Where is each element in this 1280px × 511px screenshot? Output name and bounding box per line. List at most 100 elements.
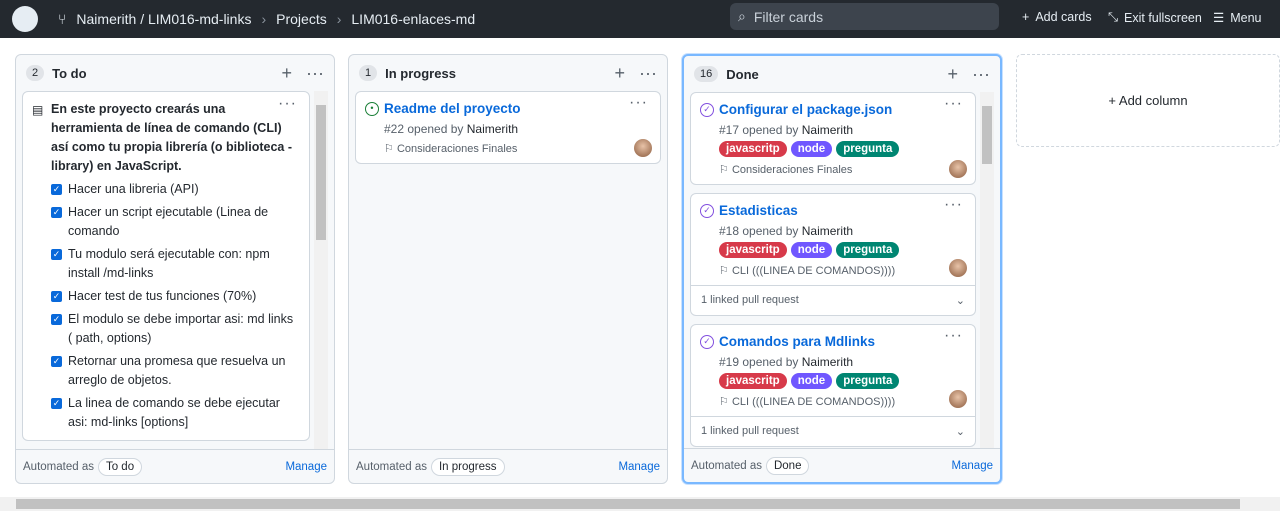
card-count: 2	[26, 65, 45, 81]
milestone[interactable]: CLI (((LINEA DE COMANDOS))))	[732, 265, 895, 277]
card-menu-button[interactable]: ···	[944, 95, 963, 113]
checklist-item: ✓ Tu modulo será ejecutable con: npm inst…	[51, 247, 270, 280]
milestone[interactable]: Consideraciones Finales	[732, 164, 852, 176]
issue-author[interactable]: Naimerith	[467, 122, 518, 136]
card-menu-button[interactable]: ···	[944, 196, 963, 214]
breadcrumb-projects[interactable]: Projects	[276, 11, 327, 27]
search-icon: ⌕	[738, 8, 746, 24]
breadcrumb-repo[interactable]: Naimerith / LIM016-md-links	[76, 11, 251, 27]
manage-link[interactable]: Manage	[618, 461, 660, 473]
milestone-icon: ⚐	[719, 265, 729, 277]
issue-author[interactable]: Naimerith	[802, 123, 853, 137]
label-node[interactable]: node	[790, 141, 833, 157]
note-title: En este proyecto crearás una herramienta…	[51, 102, 293, 173]
add-cards-button[interactable]: + Add cards	[1022, 10, 1092, 24]
column-scrollbar[interactable]	[980, 92, 994, 448]
breadcrumb: ⑂ Naimerith / LIM016-md-links › Projects…	[58, 11, 476, 27]
issue-closed-icon: ✓	[700, 335, 714, 349]
column-title: To do	[52, 65, 87, 81]
note-icon: ▤	[32, 103, 44, 117]
column-menu-icon[interactable]: ···	[972, 64, 990, 85]
menu-button[interactable]: ☰ Menu	[1213, 10, 1262, 26]
issue-closed-icon: ✓	[700, 204, 714, 218]
card-count: 16	[694, 66, 719, 82]
card-menu-button[interactable]: ···	[944, 327, 963, 345]
manage-link[interactable]: Manage	[285, 461, 327, 473]
linked-pull-request[interactable]: 1 linked pull request ⌄	[691, 416, 975, 446]
label-javascritp[interactable]: javascritp	[719, 242, 787, 258]
automation-badge: To do	[97, 457, 143, 476]
checkbox-checked[interactable]: ✓	[51, 184, 62, 195]
column-to-do: 2 To do + ··· ▤ ··· En este proyecto creará…	[15, 54, 335, 484]
plus-icon: +	[1022, 10, 1030, 24]
label-node[interactable]: node	[790, 373, 833, 389]
checkbox-checked[interactable]: ✓	[51, 249, 62, 260]
plus-icon[interactable]: +	[282, 63, 293, 84]
label-javascritp[interactable]: javascritp	[719, 373, 787, 389]
label-pregunta[interactable]: pregunta	[836, 141, 900, 157]
issue-title[interactable]: Comandos para Mdlinks	[719, 333, 965, 351]
label-javascritp[interactable]: javascritp	[719, 141, 787, 157]
issue-card[interactable]: ✓ ··· Comandos para Mdlinks #19 opened b…	[690, 324, 976, 447]
label-node[interactable]: node	[790, 242, 833, 258]
issue-title[interactable]: Readme del proyecto	[384, 100, 650, 118]
chevron-down-icon: ⌄	[955, 426, 965, 438]
chevron-down-icon: ⌄	[955, 295, 965, 307]
top-header: ⑂ Naimerith / LIM016-md-links › Projects…	[0, 0, 1280, 38]
card-count: 1	[359, 65, 378, 81]
checkbox-checked[interactable]: ✓	[51, 314, 62, 325]
issue-title[interactable]: Estadisticas	[719, 202, 965, 220]
note-card[interactable]: ▤ ··· En este proyecto crearás una herra…	[22, 91, 310, 441]
card-menu-button[interactable]: ···	[278, 94, 297, 113]
column-title: Done	[726, 66, 759, 82]
automation-badge: Done	[765, 456, 810, 475]
checkbox-checked[interactable]: ✓	[51, 291, 62, 302]
avatar[interactable]	[634, 139, 652, 157]
milestone-icon: ⚐	[384, 143, 394, 155]
issue-card[interactable]: • ··· Readme del proyecto #22 opened by …	[355, 91, 661, 164]
avatar[interactable]	[949, 259, 967, 277]
issue-open-icon: •	[365, 102, 379, 116]
add-column-button[interactable]: + Add column	[1016, 54, 1280, 147]
column-menu-icon[interactable]: ···	[639, 63, 657, 84]
issue-author[interactable]: Naimerith	[802, 355, 853, 369]
checkbox-checked[interactable]: ✓	[51, 398, 62, 409]
checklist-item: ✓ El modulo se debe importar asi: md link…	[51, 312, 294, 345]
card-menu-button[interactable]: ···	[629, 94, 648, 112]
avatar[interactable]	[949, 390, 967, 408]
issue-card[interactable]: ✓ ··· Estadisticas #18 opened by Naimeri…	[690, 193, 976, 316]
milestone[interactable]: Consideraciones Finales	[397, 143, 517, 155]
checklist-item: ✓ Hacer un script ejecutable (Linea de co…	[51, 205, 269, 238]
milestone-icon: ⚐	[719, 396, 729, 408]
label-pregunta[interactable]: pregunta	[836, 242, 900, 258]
exit-fullscreen-button[interactable]: ⤡ Exit fullscreen	[1108, 10, 1202, 25]
manage-link[interactable]: Manage	[951, 460, 993, 472]
horizontal-scrollbar[interactable]	[0, 497, 1280, 511]
repo-fork-icon: ⑂	[58, 11, 67, 27]
column-done: 16 Done + ··· ✓ ··· Configurar el package.j…	[682, 54, 1002, 484]
checklist-item: ✓ Retornar una promesa que resuelva un ar…	[51, 354, 286, 387]
milestone[interactable]: CLI (((LINEA DE COMANDOS))))	[732, 396, 895, 408]
breadcrumb-project[interactable]: LIM016-enlaces-md	[351, 11, 475, 27]
issue-author[interactable]: Naimerith	[802, 224, 853, 238]
checkbox-checked[interactable]: ✓	[51, 356, 62, 367]
linked-pull-request[interactable]: 1 linked pull request ⌄	[691, 285, 975, 315]
column-title: In progress	[385, 65, 456, 81]
checkbox-checked[interactable]: ✓	[51, 207, 62, 218]
plus-icon[interactable]: +	[615, 63, 626, 84]
issue-card[interactable]: ✓ ··· Configurar el package.json #17 ope…	[690, 92, 976, 185]
issue-closed-icon: ✓	[700, 103, 714, 117]
filter-cards-input[interactable]: ⌕ Filter cards	[730, 3, 999, 30]
checklist-item: ✓ Hacer test de tus funciones (70%)	[51, 289, 257, 303]
label-pregunta[interactable]: pregunta	[836, 373, 900, 389]
avatar[interactable]	[949, 160, 967, 178]
github-logo-icon[interactable]	[12, 6, 38, 32]
issue-title[interactable]: Configurar el package.json	[719, 101, 965, 119]
checklist-item: ✓ Hacer una libreria (API)	[51, 182, 199, 196]
column-in-progress: 1 In progress + ··· • ··· Readme del proyec…	[348, 54, 668, 484]
column-scrollbar[interactable]	[314, 91, 328, 449]
milestone-icon: ⚐	[719, 164, 729, 176]
exit-fullscreen-icon: ⤡	[1108, 10, 1119, 24]
plus-icon[interactable]: +	[948, 64, 959, 85]
column-menu-icon[interactable]: ···	[306, 63, 324, 84]
